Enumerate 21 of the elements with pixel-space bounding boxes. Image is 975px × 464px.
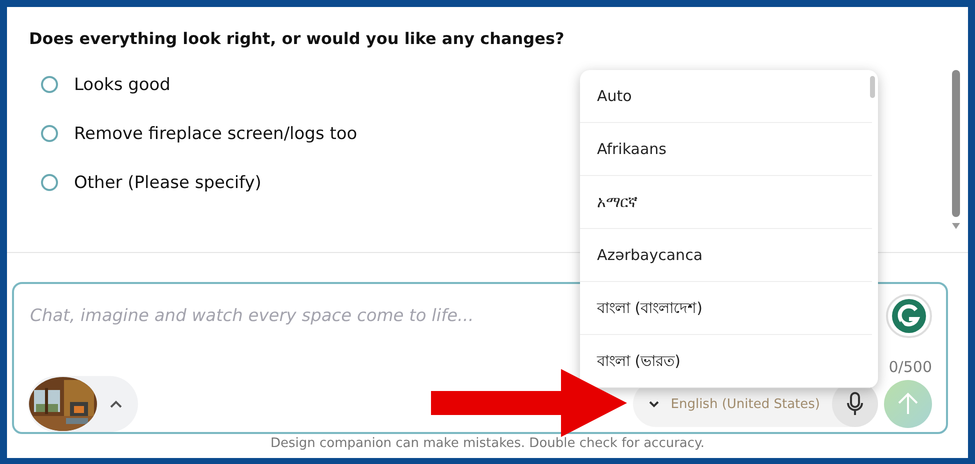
scrollbar[interactable]	[870, 76, 875, 98]
send-button[interactable]	[884, 380, 932, 428]
language-option[interactable]: አማርኛ	[580, 176, 872, 229]
disclaimer-text: Design companion can make mistakes. Double check for accuracy.	[269, 436, 706, 451]
language-option[interactable]: Azərbaycanca	[580, 229, 872, 282]
scroll-down-icon[interactable]	[952, 223, 960, 229]
grammar-assistant-icon[interactable]	[886, 294, 932, 338]
character-counter: 0/500	[888, 358, 932, 376]
radio-button[interactable]	[41, 125, 58, 142]
question-text: Does everything look right, or would you like any changes?	[29, 29, 566, 48]
language-option[interactable]: বাংলা (বাংলাদেশ)	[580, 282, 872, 335]
radio-button[interactable]	[41, 76, 58, 93]
radio-button[interactable]	[41, 174, 58, 191]
option-label[interactable]: Looks good	[74, 74, 170, 94]
arrow-up-icon	[897, 392, 919, 416]
option-label[interactable]: Other (Please specify)	[74, 172, 262, 192]
chevron-down-icon	[648, 400, 659, 408]
caret-up-icon[interactable]	[110, 400, 122, 408]
microphone-icon	[847, 392, 863, 416]
language-option[interactable]: Afrikaans	[580, 123, 872, 176]
option-label[interactable]: Remove fireplace screen/logs too	[74, 124, 358, 144]
